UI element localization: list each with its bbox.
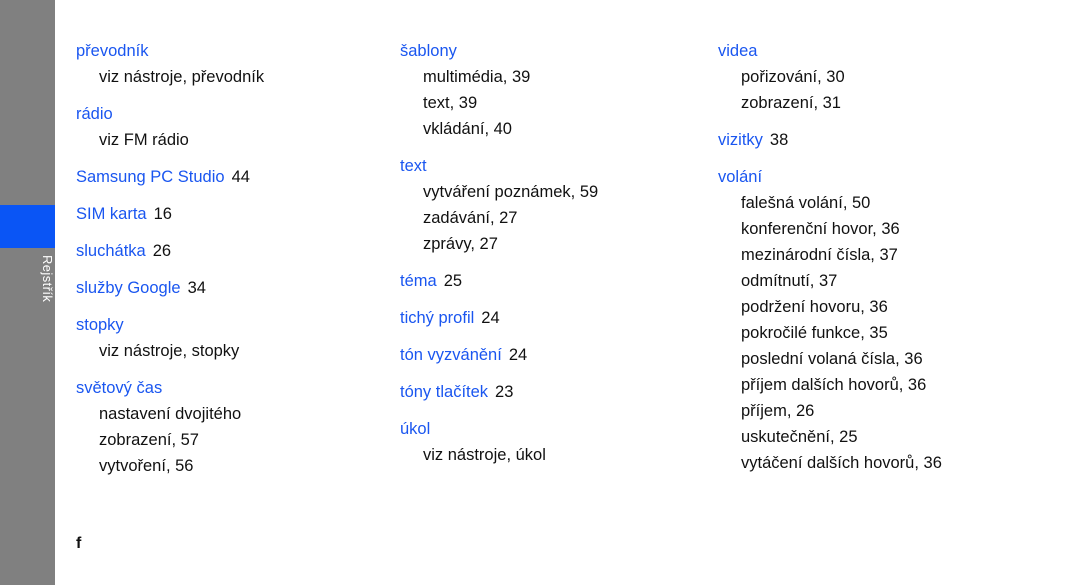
index-subentry: falešná volání, 50 — [741, 194, 871, 212]
index-page-number: 34 — [187, 279, 206, 297]
index-entry: stopky viz nástroje, stopky — [76, 312, 386, 364]
index-subentry: multimédia, 39 — [423, 68, 531, 86]
index-entry: tóny tlačítek 23 — [400, 379, 710, 405]
index-subentry: pořizování, 30 — [741, 68, 845, 86]
index-entry: vizitky 38 — [718, 127, 1058, 153]
index-subentry: odmítnutí, 37 — [741, 272, 838, 290]
index-page-number: 16 — [153, 205, 172, 223]
index-headword[interactable]: tóny tlačítek — [400, 383, 488, 401]
index-headword[interactable]: volání — [718, 168, 762, 186]
index-entry: šablony multimédia, 39 text, 39 vkládání, 4… — [400, 38, 710, 142]
index-entry: videa pořizování, 30 zobrazení, 31 — [718, 38, 1058, 116]
index-subentry: vytáčení dalších hovorů, 36 — [741, 454, 942, 472]
index-headword[interactable]: text — [400, 157, 427, 175]
index-headword-line[interactable]: SIM karta 16 — [76, 201, 386, 227]
index-subentry: mezinárodní čísla, 37 — [741, 246, 898, 264]
index-headword-line[interactable]: převodník — [76, 38, 386, 64]
index-column-3: videa pořizování, 30 zobrazení, 31 vizitky 3… — [718, 38, 1058, 476]
index-page-number: 24 — [481, 309, 500, 327]
index-headword-line[interactable]: volání — [718, 164, 1058, 190]
index-headword[interactable]: světový čas — [76, 379, 162, 397]
index-headword[interactable]: Samsung PC Studio — [76, 168, 225, 186]
index-headword-line[interactable]: videa — [718, 38, 1058, 64]
index-headword-line[interactable]: tichý profil 24 — [400, 305, 710, 331]
index-page-number: 24 — [508, 346, 528, 364]
index-subentry: zobrazení, 57 — [99, 431, 199, 449]
index-headword-line[interactable]: sluchátka 26 — [76, 238, 386, 264]
index-subentry: viz nástroje, úkol — [423, 446, 546, 464]
index-headword-line[interactable]: vizitky 38 — [718, 127, 1058, 153]
index-subentry: uskutečnění, 25 — [741, 428, 858, 446]
page-footer-letter: f — [76, 535, 82, 552]
index-headword[interactable]: sluchátka — [76, 242, 146, 260]
index-headword-line[interactable]: šablony — [400, 38, 710, 64]
index-subentry: zadávání, 27 — [423, 209, 518, 227]
index-headword-line[interactable]: světový čas — [76, 375, 386, 401]
index-column-1: převodník viz nástroje, převodník rádio viz… — [76, 38, 386, 479]
index-page-number: 25 — [443, 272, 463, 290]
index-headword-line[interactable]: text — [400, 153, 710, 179]
index-headword[interactable]: videa — [718, 42, 757, 60]
index-entry: SIM karta 16 — [76, 201, 386, 227]
index-page-number: 44 — [231, 168, 250, 186]
index-subentry: pokročilé funkce, 35 — [741, 324, 888, 342]
index-entry: Samsung PC Studio 44 — [76, 164, 386, 190]
index-entry: tichý profil 24 — [400, 305, 710, 331]
index-subentry: příjem, 26 — [741, 402, 815, 420]
index-subentry: viz nástroje, stopky — [99, 342, 240, 360]
index-page-number: 23 — [495, 383, 514, 401]
index-headword[interactable]: služby Google — [76, 279, 181, 297]
index-subentry: vytvoření, 56 — [99, 457, 194, 475]
index-headword-line[interactable]: rádio — [76, 101, 386, 127]
index-page-number: 26 — [152, 242, 172, 260]
index-headword-line[interactable]: tóny tlačítek 23 — [400, 379, 710, 405]
index-headword[interactable]: tón vyzvánění — [400, 346, 502, 364]
index-entry: převodník viz nástroje, převodník — [76, 38, 386, 90]
index-subentry: viz FM rádio — [99, 131, 189, 149]
index-headword[interactable]: rádio — [76, 105, 113, 123]
index-headword-line[interactable]: téma 25 — [400, 268, 710, 294]
index-headword-line[interactable]: Samsung PC Studio 44 — [76, 164, 386, 190]
index-headword[interactable]: úkol — [400, 420, 430, 438]
index-entry: text vytváření poznámek, 59 zadávání, 27 zp… — [400, 153, 710, 257]
index-entry: sluchátka 26 — [76, 238, 386, 264]
index-headword[interactable]: stopky — [76, 316, 124, 334]
index-entry: rádio viz FM rádio — [76, 101, 386, 153]
index-column-2: šablony multimédia, 39 text, 39 vkládání, 4… — [400, 38, 710, 468]
index-subentry: vkládání, 40 — [423, 120, 512, 138]
index-headword[interactable]: tichý profil — [400, 309, 474, 327]
index-subentry: zobrazení, 31 — [741, 94, 841, 112]
index-headword-line[interactable]: služby Google 34 — [76, 275, 386, 301]
index-subentry: poslední volaná čísla, 36 — [741, 350, 923, 368]
index-entry: světový čas nastavení dvojitého zobrazení,… — [76, 375, 386, 479]
index-subentry: podržení hovoru, 36 — [741, 298, 888, 316]
index-subentry: text, 39 — [423, 94, 478, 112]
index-subentry: konferenční hovor, 36 — [741, 220, 900, 238]
index-entry: služby Google 34 — [76, 275, 386, 301]
index-subentry: příjem dalších hovorů, 36 — [741, 376, 927, 394]
index-headword[interactable]: SIM karta — [76, 205, 147, 223]
index-subentry: vytváření poznámek, 59 — [423, 183, 599, 201]
index-headword-line[interactable]: stopky — [76, 312, 386, 338]
index-subentry: zprávy, 27 — [423, 235, 498, 253]
index-headword[interactable]: převodník — [76, 42, 148, 60]
index-headword-line[interactable]: tón vyzvánění 24 — [400, 342, 710, 368]
index-subentry: viz nástroje, převodník — [99, 68, 265, 86]
index-headword[interactable]: vizitky — [718, 131, 763, 149]
index-page-number: 38 — [769, 131, 789, 149]
index-entry: úkol viz nástroje, úkol — [400, 416, 710, 468]
index-entry: tón vyzvánění 24 — [400, 342, 710, 368]
index-headword[interactable]: téma — [400, 272, 437, 290]
index-page: převodník viz nástroje, převodník rádio viz… — [0, 0, 1080, 585]
index-headword[interactable]: šablony — [400, 42, 457, 60]
index-entry: téma 25 — [400, 268, 710, 294]
index-headword-line[interactable]: úkol — [400, 416, 710, 442]
index-entry: volání falešná volání, 50 konferenční hovo… — [718, 164, 1058, 476]
index-subentry: nastavení dvojitého — [99, 405, 242, 423]
